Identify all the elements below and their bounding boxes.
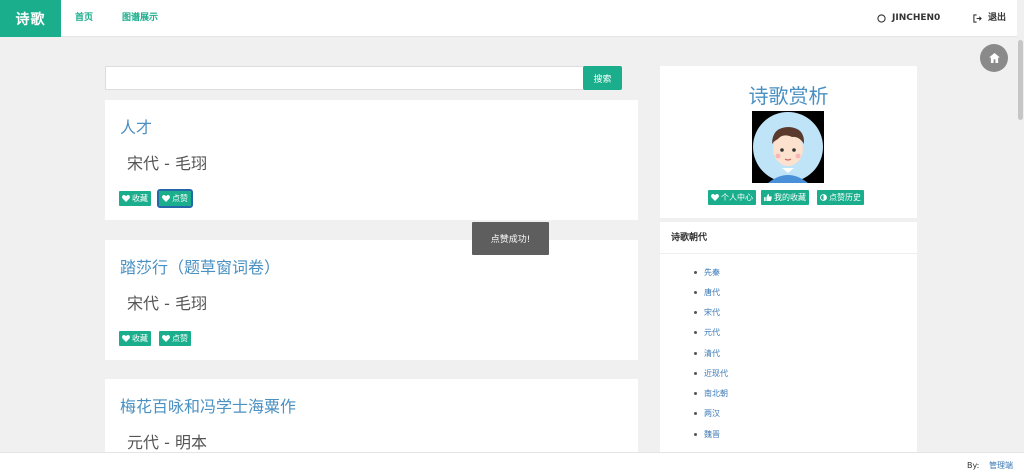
heart-icon [162, 195, 170, 202]
nav-link-graph[interactable]: 图谱展示 [122, 0, 158, 37]
personal-center-button[interactable]: 个人中心 [708, 190, 756, 205]
collect-label: 收藏 [132, 334, 148, 343]
brand-logo[interactable]: 诗歌 [0, 0, 61, 37]
dynasty-label: 两汉 [704, 409, 720, 418]
dynasty-label: 先秦 [704, 268, 720, 277]
poem-author: 宋代 - 毛珝 [127, 294, 207, 313]
logout-button[interactable]: 退出 [973, 0, 1006, 37]
dynasty-link[interactable]: 近现代 [694, 368, 728, 379]
dynasty-link[interactable]: 南北朝 [694, 388, 728, 399]
profile-panel: 诗歌赏析 个人中心 我的收藏 点赞历史 [660, 66, 917, 218]
logout-icon [973, 14, 982, 23]
user-menu[interactable]: JINCHEN0 [877, 0, 940, 37]
dynasty-heading: 诗歌朝代 [660, 222, 917, 254]
dynasty-label: 元代 [704, 328, 720, 337]
thumbs-up-icon [764, 194, 772, 201]
dynasty-label: 清代 [704, 349, 720, 358]
poem-author: 元代 - 明本 [127, 433, 207, 452]
like-history-label: 点赞历史 [829, 193, 861, 202]
heart-icon [162, 335, 170, 342]
collect-label: 收藏 [132, 194, 148, 203]
my-collection-button[interactable]: 我的收藏 [761, 190, 809, 205]
dynasty-link[interactable]: 清代 [694, 348, 720, 359]
poem-title[interactable]: 踏莎行（题草窗词卷） [120, 254, 280, 278]
heart-icon [122, 195, 130, 202]
panel-title: 诗歌赏析 [748, 84, 829, 108]
dynasty-link[interactable]: 元代 [694, 327, 720, 338]
dynasty-link[interactable]: 两汉 [694, 408, 720, 419]
nav-link-home[interactable]: 首页 [75, 0, 93, 37]
home-icon [988, 53, 1000, 63]
dynasty-panel: 诗歌朝代 先秦 唐代 宋代 元代 清代 近现代 南北朝 两汉 魏晋 [660, 222, 917, 475]
dynasty-label: 魏晋 [704, 430, 720, 439]
poem-card: 踏莎行（题草窗词卷） 宋代 - 毛珝 收藏 点赞 [105, 240, 638, 360]
top-navbar: 诗歌 首页 图谱展示 JINCHEN0 退出 [0, 0, 1024, 37]
poem-title[interactable]: 人才 [120, 114, 152, 138]
footer: By: 管理端 [0, 452, 1024, 475]
dynasty-link[interactable]: 魏晋 [694, 429, 720, 440]
half-circle-icon [820, 194, 827, 201]
like-button[interactable]: 点赞 [157, 189, 193, 208]
footer-by-label: By: [967, 461, 980, 470]
heart-icon [711, 194, 719, 201]
search-input[interactable] [105, 66, 584, 90]
footer-admin-link[interactable]: 管理端 [989, 453, 1013, 475]
like-label: 点赞 [172, 194, 188, 203]
dynasty-link[interactable]: 宋代 [694, 307, 720, 318]
user-circle-icon [877, 14, 886, 23]
like-label: 点赞 [172, 334, 188, 343]
dynasty-link[interactable]: 先秦 [694, 267, 720, 278]
dynasty-label: 近现代 [704, 369, 728, 378]
toast-message: 点赞成功! [472, 222, 549, 255]
scrollbar-thumb[interactable] [1018, 40, 1023, 120]
avatar [752, 111, 824, 183]
dynasty-link[interactable]: 唐代 [694, 287, 720, 298]
my-collection-label: 我的收藏 [774, 193, 806, 202]
like-history-button[interactable]: 点赞历史 [817, 190, 864, 205]
dynasty-label: 南北朝 [704, 389, 728, 398]
collect-button[interactable]: 收藏 [119, 331, 151, 346]
username-label: JINCHEN0 [892, 13, 941, 23]
home-float-button[interactable] [980, 44, 1008, 72]
collect-button[interactable]: 收藏 [119, 191, 151, 206]
like-button[interactable]: 点赞 [159, 331, 191, 346]
poem-author: 宋代 - 毛珝 [127, 154, 207, 173]
dynasty-label: 宋代 [704, 308, 720, 317]
poem-card: 梅花百咏和冯学士海粟作 元代 - 明本 [105, 379, 638, 452]
logout-label: 退出 [988, 13, 1007, 23]
dynasty-label: 唐代 [704, 288, 720, 297]
poem-title[interactable]: 梅花百咏和冯学士海粟作 [120, 393, 296, 417]
search-button[interactable]: 搜索 [583, 66, 622, 90]
personal-center-label: 个人中心 [721, 193, 753, 202]
heart-icon [122, 335, 130, 342]
poem-card: 人才 宋代 - 毛珝 收藏 点赞 [105, 100, 638, 220]
